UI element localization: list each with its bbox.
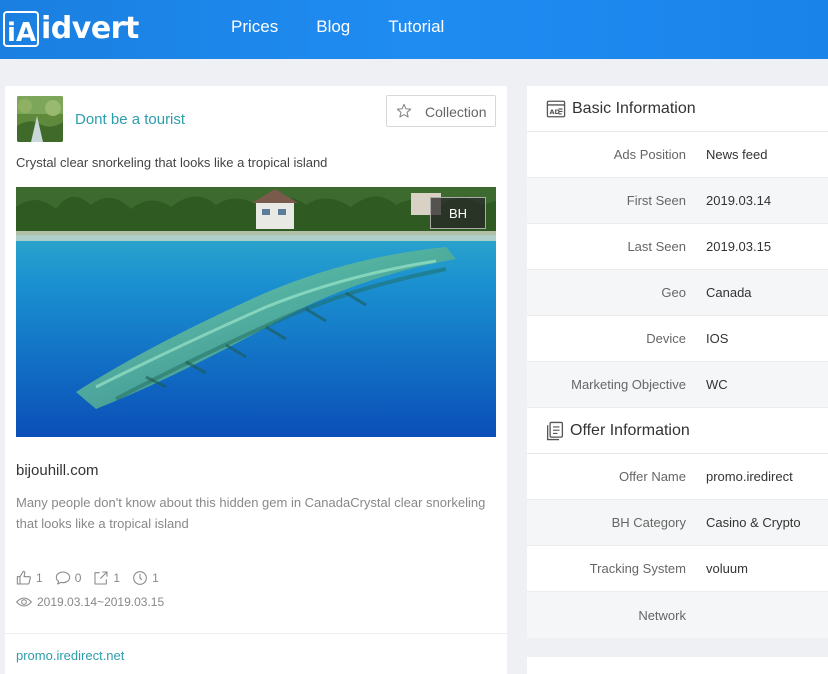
shares-count: 1 xyxy=(113,571,121,585)
info-value: voluum xyxy=(706,561,748,576)
info-value: WC xyxy=(706,377,728,392)
info-value: Canada xyxy=(706,285,752,300)
ad-description: Many people don't know about this hidden… xyxy=(16,495,486,531)
date-range-text: 2019.03.14~2019.03.15 xyxy=(37,595,165,609)
info-label: Geo xyxy=(661,285,686,300)
info-row-marketing-objective: Marketing Objective WC xyxy=(527,362,828,408)
comments-count: 0 xyxy=(74,571,82,585)
logo-text: idvert xyxy=(41,11,139,46)
info-row-geo: Geo Canada xyxy=(527,270,828,316)
views-count: 1 xyxy=(152,571,159,585)
views-stat: 1 xyxy=(132,570,159,586)
info-row-offer-name: Offer Name promo.iredirect xyxy=(527,454,828,500)
info-label: Last Seen xyxy=(627,239,686,254)
svg-text:i: i xyxy=(7,18,16,48)
info-panel-secondary xyxy=(527,657,828,674)
ad-creative-image[interactable]: BH xyxy=(16,187,496,437)
nav-link-prices[interactable]: Prices xyxy=(231,17,278,37)
ad-card: Dont be a tourist Collection Crystal cle… xyxy=(5,86,507,674)
info-row-bh-category: BH Category Casino & Crypto xyxy=(527,500,828,546)
collection-label: Collection xyxy=(425,104,487,120)
logo-mark-icon: i A xyxy=(2,10,40,48)
nav-link-blog[interactable]: Blog xyxy=(316,17,350,37)
comments-stat: 0 xyxy=(55,570,82,586)
info-value: IOS xyxy=(706,331,729,346)
logo[interactable]: i A idvert xyxy=(2,9,139,49)
thumbs-up-icon xyxy=(16,570,31,585)
info-value: News feed xyxy=(706,147,768,162)
info-row-device: Device IOS xyxy=(527,316,828,362)
info-value: promo.iredirect xyxy=(706,469,793,484)
info-value: Casino & Crypto xyxy=(706,515,801,530)
clock-icon xyxy=(133,571,147,585)
info-label: Tracking System xyxy=(589,561,686,576)
info-row-first-seen: First Seen 2019.03.14 xyxy=(527,178,828,224)
info-label: Marketing Objective xyxy=(571,377,686,392)
info-panel: AD Basic Information Ads Position News f… xyxy=(527,86,828,638)
info-value: 2019.03.15 xyxy=(706,239,772,254)
ad-primary-text: Crystal clear snorkeling that looks like… xyxy=(16,155,328,170)
card-divider xyxy=(5,633,507,634)
offer-link[interactable]: promo.iredirect.net xyxy=(16,648,124,663)
offer-information-title: Offer Information xyxy=(570,421,690,439)
top-nav-bar: i A idvert Prices Blog Tutorial xyxy=(0,0,828,59)
seen-date-range: 2019.03.14~2019.03.15 xyxy=(16,595,164,609)
info-row-tracking-system: Tracking System voluum xyxy=(527,546,828,592)
comment-icon xyxy=(55,571,70,585)
info-row-ads-position: Ads Position News feed xyxy=(527,132,828,178)
document-icon xyxy=(546,421,564,440)
info-label: First Seen xyxy=(626,193,686,208)
page-avatar[interactable] xyxy=(17,96,63,142)
basic-information-title: Basic Information xyxy=(572,99,696,117)
page-name-link[interactable]: Dont be a tourist xyxy=(75,111,185,128)
info-label: Ads Position xyxy=(613,147,686,162)
star-icon xyxy=(396,103,412,118)
eye-icon xyxy=(16,597,32,607)
svg-text:A: A xyxy=(16,18,36,48)
offer-information-header: Offer Information xyxy=(527,408,828,454)
ads-info-icon: AD xyxy=(546,100,566,117)
likes-count: 1 xyxy=(36,571,43,585)
collection-button[interactable]: Collection xyxy=(386,95,496,127)
share-icon xyxy=(94,571,108,585)
basic-information-header: AD Basic Information xyxy=(527,86,828,132)
info-label: Offer Name xyxy=(619,469,686,484)
info-row-network: Network xyxy=(527,592,828,638)
bh-badge: BH xyxy=(430,197,486,229)
ad-domain: bijouhill.com xyxy=(16,462,99,479)
info-row-last-seen: Last Seen 2019.03.15 xyxy=(527,224,828,270)
shares-stat: 1 xyxy=(93,570,120,586)
info-label: Network xyxy=(638,607,686,623)
info-label: Device xyxy=(646,331,686,346)
info-value: 2019.03.14 xyxy=(706,193,772,208)
engagement-stats: 1 0 1 1 xyxy=(16,570,171,586)
info-label: BH Category xyxy=(611,515,686,530)
main-nav: Prices Blog Tutorial xyxy=(231,17,482,37)
nav-link-tutorial[interactable]: Tutorial xyxy=(388,17,444,37)
likes-stat: 1 xyxy=(16,570,43,586)
